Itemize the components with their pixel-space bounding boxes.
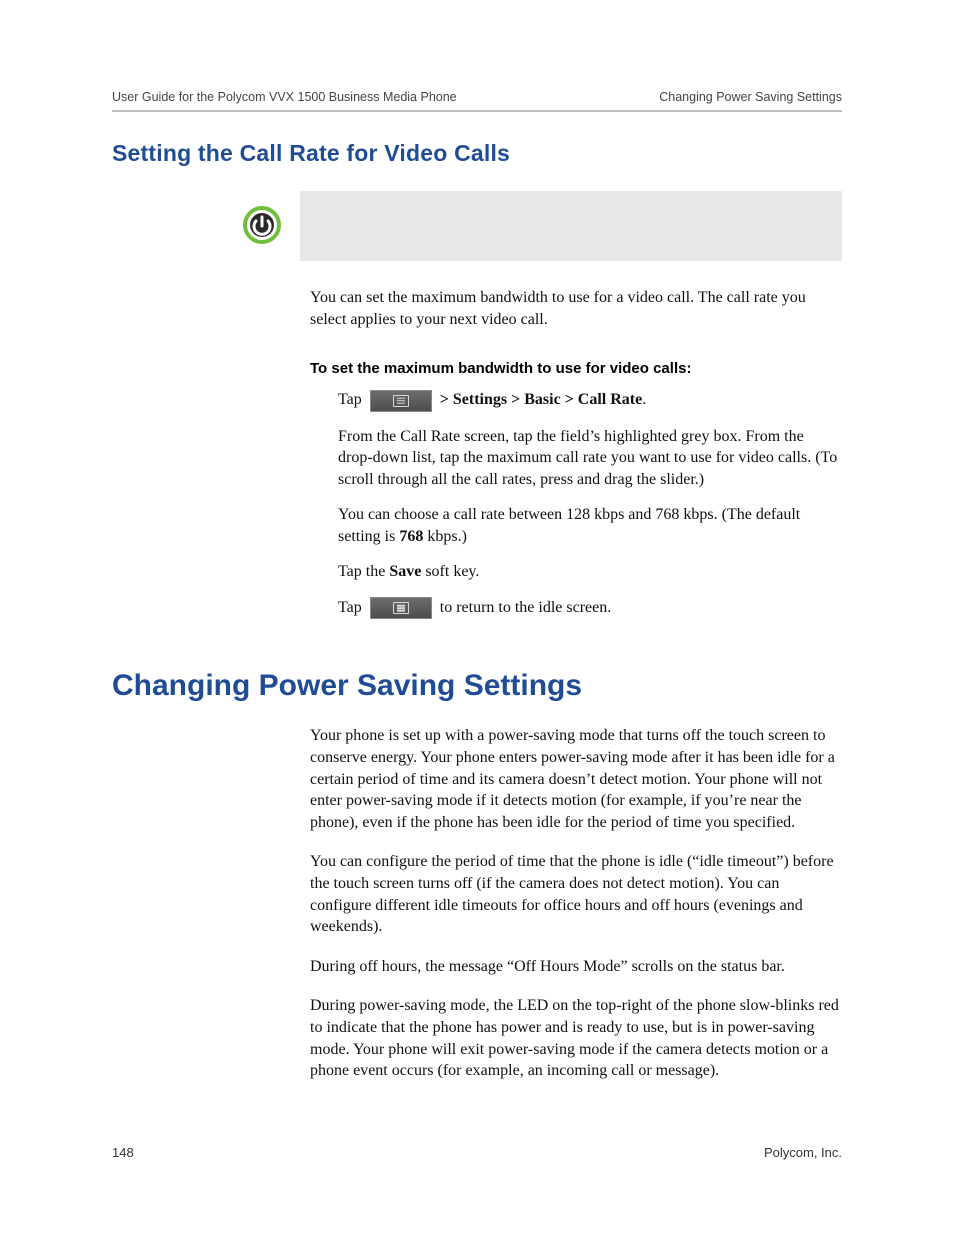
chapter-heading: Changing Power Saving Settings — [112, 669, 842, 703]
instruction-heading: To set the maximum bandwidth to use for … — [310, 360, 842, 377]
chapter-p3: During off hours, the message “Off Hours… — [310, 956, 842, 978]
step3-bold: 768 — [399, 528, 423, 545]
chapter-p2: You can configure the period of time tha… — [310, 851, 842, 937]
step1-text-a: Tap — [338, 391, 366, 408]
step4-text-a: Tap the — [338, 563, 389, 580]
step-2: From the Call Rate screen, tap the field… — [338, 426, 842, 491]
content-block-2: Your phone is set up with a power-saving… — [310, 725, 842, 1081]
header-right: Changing Power Saving Settings — [659, 90, 842, 104]
page-header: User Guide for the Polycom VVX 1500 Busi… — [112, 90, 842, 110]
step1-path: > Settings > Basic > Call Rate — [440, 391, 642, 408]
menu-button-icon — [370, 390, 432, 412]
step4-bold: Save — [389, 563, 421, 580]
step3-text-b: kbps.) — [423, 528, 467, 545]
content-block-1: You can set the maximum bandwidth to use… — [310, 287, 842, 619]
page-number: 148 — [112, 1145, 134, 1160]
step5-text-b: to return to the idle screen. — [436, 599, 612, 616]
intro-paragraph: You can set the maximum bandwidth to use… — [310, 287, 842, 330]
power-tip-icon — [242, 205, 282, 245]
page: User Guide for the Polycom VVX 1500 Busi… — [0, 0, 954, 1235]
menu-button-icon — [370, 597, 432, 619]
chapter-p1: Your phone is set up with a power-saving… — [310, 725, 842, 833]
header-left: User Guide for the Polycom VVX 1500 Busi… — [112, 90, 457, 104]
callout-box — [300, 191, 842, 261]
chapter-p4: During power-saving mode, the LED on the… — [310, 995, 842, 1081]
step1-text-c: . — [642, 391, 646, 408]
step5-text-a: Tap — [338, 599, 366, 616]
section-heading: Setting the Call Rate for Video Calls — [112, 140, 842, 167]
step-3: You can choose a call rate between 128 k… — [338, 504, 842, 547]
header-rule — [112, 110, 842, 112]
page-footer: 148 Polycom, Inc. — [112, 1145, 842, 1160]
callout — [242, 191, 842, 261]
step-1: Tap > Settings > Basic > Call Rate. — [338, 389, 842, 411]
company-name: Polycom, Inc. — [764, 1145, 842, 1160]
step4-text-b: soft key. — [421, 563, 479, 580]
step-5: Tap to return to the idle screen. — [338, 597, 842, 619]
step-4: Tap the Save soft key. — [338, 561, 842, 583]
